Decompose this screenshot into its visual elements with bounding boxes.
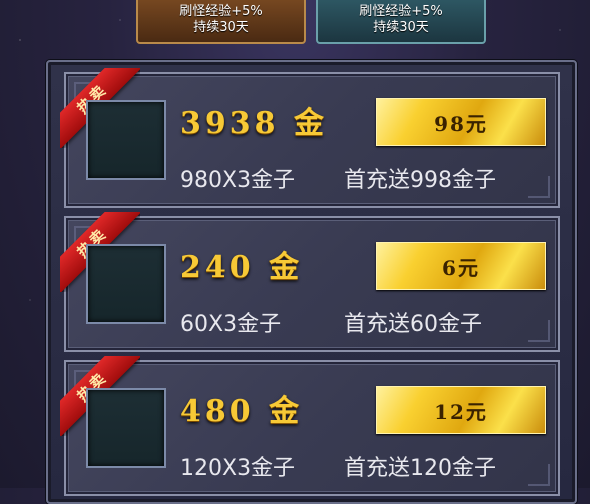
base-gold-text: 60X3金子	[180, 312, 282, 337]
gold-amount: 3938 金	[180, 98, 328, 142]
gold-amount: 480 金	[180, 386, 303, 430]
base-gold-text: 980X3金子	[180, 168, 296, 193]
gold-amount-value: 3938	[180, 106, 280, 141]
item-icon-slot	[86, 100, 166, 180]
buy-price-button[interactable]: 98元	[376, 98, 546, 146]
gold-unit: 金	[269, 394, 304, 429]
base-gold-text: 120X3金子	[180, 456, 296, 481]
recharge-package-card: 热卖 3938 金 98元 980X3金子 首充送998金子	[60, 68, 560, 208]
gold-amount-value: 240	[180, 250, 255, 285]
buy-price-button[interactable]: 12元	[376, 386, 546, 434]
buff-line2: 持续30天	[373, 20, 429, 35]
buff-line1: 刷怪经验+5%	[179, 4, 263, 19]
buff-button-exp-teal[interactable]: 刷怪经验+5% 持续30天	[316, 0, 486, 44]
recharge-package-card: 热卖 480 金 12元 120X3金子 首充送120金子	[60, 356, 560, 496]
gold-unit: 金	[269, 250, 304, 285]
first-recharge-bonus-text: 首充送120金子	[344, 456, 496, 481]
buff-line2: 持续30天	[193, 20, 249, 35]
buff-line1: 刷怪经验+5%	[359, 4, 443, 19]
first-recharge-bonus-text: 首充送998金子	[344, 168, 496, 193]
buy-price-button[interactable]: 6元	[376, 242, 546, 290]
item-icon-slot	[86, 388, 166, 468]
recharge-package-card: 热卖 240 金 6元 60X3金子 首充送60金子	[60, 212, 560, 352]
buff-button-exp-brown[interactable]: 刷怪经验+5% 持续30天	[136, 0, 306, 44]
gold-unit: 金	[293, 106, 328, 141]
gold-amount-value: 480	[180, 394, 255, 429]
first-recharge-bonus-text: 首充送60金子	[344, 312, 482, 337]
gold-amount: 240 金	[180, 242, 303, 286]
item-icon-slot	[86, 244, 166, 324]
